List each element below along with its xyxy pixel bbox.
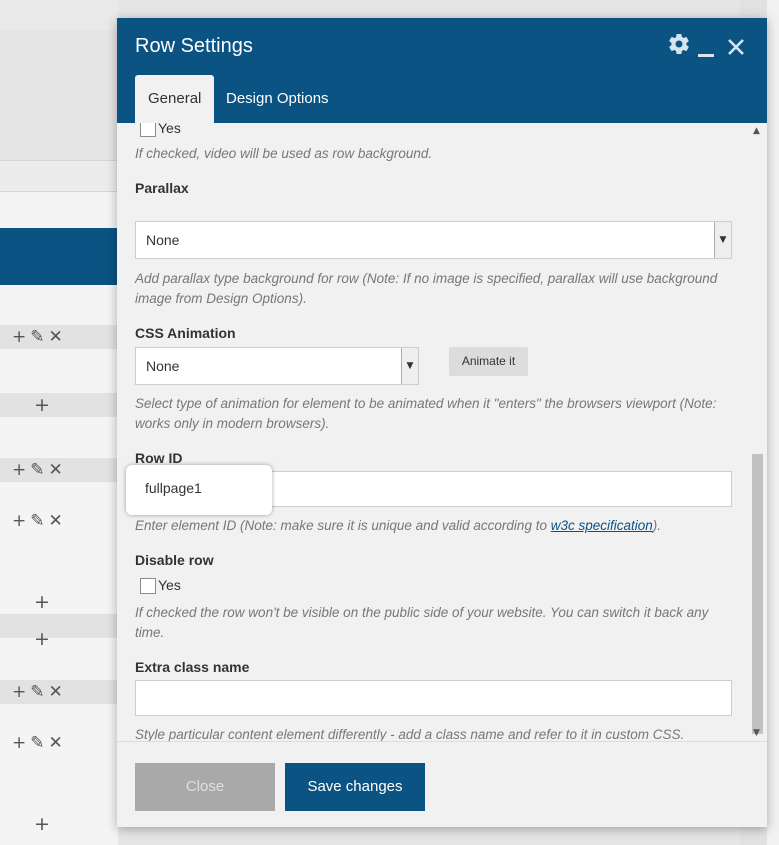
parallax-label: Parallax [135,180,189,196]
bg-row-header [0,228,118,285]
bg-panel [0,30,118,160]
scroll-thumb[interactable] [752,454,763,734]
parallax-help: Add parallax type background for row (No… [135,271,718,306]
modal-header: Row Settings General Design Options [117,18,767,123]
css-animation-label: CSS Animation [135,325,236,341]
video-bg-checkbox-label: Yes [158,123,181,136]
animate-it-button[interactable]: Animate it [449,347,528,376]
disable-row-checkbox[interactable] [140,578,156,594]
modal-scrollbar[interactable]: ▲ ▼ [749,123,767,741]
video-bg-help: If checked, video will be used as row ba… [135,146,433,161]
css-animation-select[interactable]: None ▼ [135,347,419,385]
video-bg-checkbox[interactable] [140,123,156,137]
modal-footer: Close Save changes [117,741,767,827]
bg-row-controls-icon[interactable]: +✎✕ [12,511,67,531]
w3c-specification-link[interactable]: w3c specification [551,518,653,533]
add-icon[interactable]: + [34,591,50,613]
parallax-select[interactable]: None ▼ [135,221,732,259]
bg-divider [0,160,118,192]
bg-row-controls-icon[interactable]: +✎✕ [12,460,67,480]
gear-icon[interactable] [667,32,691,60]
css-animation-select-value: None [146,358,180,374]
add-icon[interactable]: + [34,394,50,416]
bg-row-bar [0,393,118,417]
close-icon[interactable] [726,37,746,61]
bg-row-controls-icon[interactable]: +✎✕ [12,733,67,753]
row-id-help: Enter element ID (Note: make sure it is … [135,516,735,536]
row-settings-modal: Row Settings General Design Options Yes … [117,18,767,827]
bg-row-bar [0,614,118,638]
tab-design-options[interactable]: Design Options [213,75,342,123]
bg-toolbar [0,0,118,30]
save-changes-button[interactable]: Save changes [285,763,425,811]
extra-class-help: Style particular content element differe… [135,727,685,741]
minimize-icon[interactable] [697,38,715,62]
bg-row-controls-icon[interactable]: +✎✕ [12,682,67,702]
scroll-down-icon[interactable]: ▼ [753,728,760,738]
disable-row-help: If checked the row won't be visible on t… [135,605,709,640]
extra-class-label: Extra class name [135,659,250,675]
scroll-up-icon[interactable]: ▲ [753,126,760,136]
chevron-down-icon[interactable]: ▼ [401,348,418,384]
disable-row-label: Disable row [135,552,214,568]
modal-body: Yes If checked, video will be used as ro… [117,123,767,741]
tab-general[interactable]: General [135,75,215,123]
disable-row-checkbox-label: Yes [158,577,181,593]
chevron-down-icon[interactable]: ▼ [714,222,731,258]
extra-class-field[interactable] [135,680,732,716]
parallax-select-value: None [146,232,180,248]
add-icon[interactable]: + [34,813,50,835]
modal-title: Row Settings [135,35,253,57]
add-icon[interactable]: + [34,628,50,650]
css-animation-help: Select type of animation for element to … [135,396,717,431]
bg-sidebar [767,0,779,845]
row-id-help-text: Enter element ID (Note: make sure it is … [135,518,551,533]
bg-body [0,285,118,845]
row-id-help-text-end: ). [652,518,662,533]
bg-section [0,192,118,228]
row-id-field[interactable]: fullpage1 [135,471,270,507]
row-id-label: Row ID [135,450,183,466]
bg-row-controls-icon[interactable]: +✎✕ [12,327,67,347]
close-button[interactable]: Close [135,763,275,811]
